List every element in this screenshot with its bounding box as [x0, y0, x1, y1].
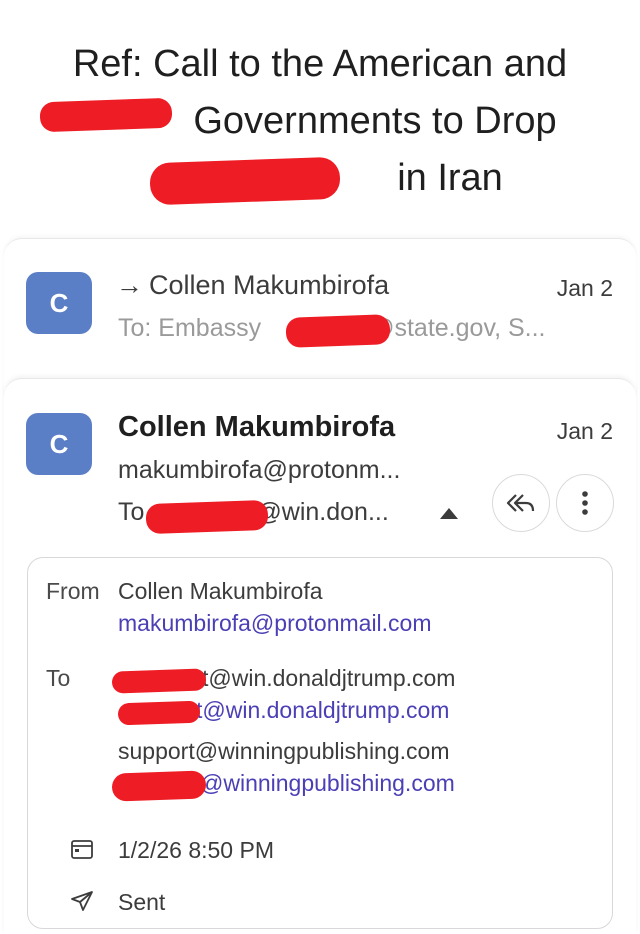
redaction-mark — [145, 499, 269, 535]
sender-email: makumbirofa@protonm... — [118, 456, 401, 484]
send-icon — [71, 891, 93, 911]
forwarded-sender-name: → Collen Makumbirofa — [116, 270, 390, 300]
redaction-mark — [285, 314, 391, 348]
redaction-mark — [39, 97, 173, 133]
recipient-1: t@win.donaldjtrump.com — [202, 665, 456, 691]
caret-up-icon[interactable] — [440, 508, 458, 519]
recipient-3: support@winningpublishing.com — [118, 738, 450, 764]
redaction-mark — [111, 668, 207, 694]
sent-datetime: 1/2/26 8:50 PM — [118, 837, 274, 863]
reply-all-icon — [506, 494, 535, 512]
redaction-mark — [149, 156, 341, 206]
message-date: Jan 2 — [556, 275, 613, 301]
sender-name: Collen Makumbirofa — [118, 411, 396, 443]
subject-line-1: Ref: Call to the American and — [72, 43, 568, 85]
sender-avatar: C — [26, 413, 92, 475]
message-status: Sent — [118, 889, 166, 915]
reply-all-button[interactable] — [492, 474, 550, 532]
to-label: To — [46, 665, 71, 691]
more-vert-icon — [582, 491, 588, 515]
recipient-2-link[interactable]: t@win.donaldjtrump.com — [196, 697, 449, 724]
sender-avatar: C — [26, 272, 92, 334]
from-label: From — [46, 578, 100, 604]
calendar-icon — [71, 840, 93, 859]
forward-arrow-icon: → — [116, 270, 143, 300]
recipient-4-link[interactable]: @winningpublishing.com — [200, 770, 455, 797]
from-email-link[interactable]: makumbirofa@protonmail.com — [118, 610, 432, 637]
redaction-mark — [117, 700, 201, 726]
from-name: Collen Makumbirofa — [118, 578, 323, 604]
more-options-button[interactable] — [556, 474, 614, 532]
redaction-mark — [111, 770, 207, 802]
message-date: Jan 2 — [556, 418, 613, 444]
